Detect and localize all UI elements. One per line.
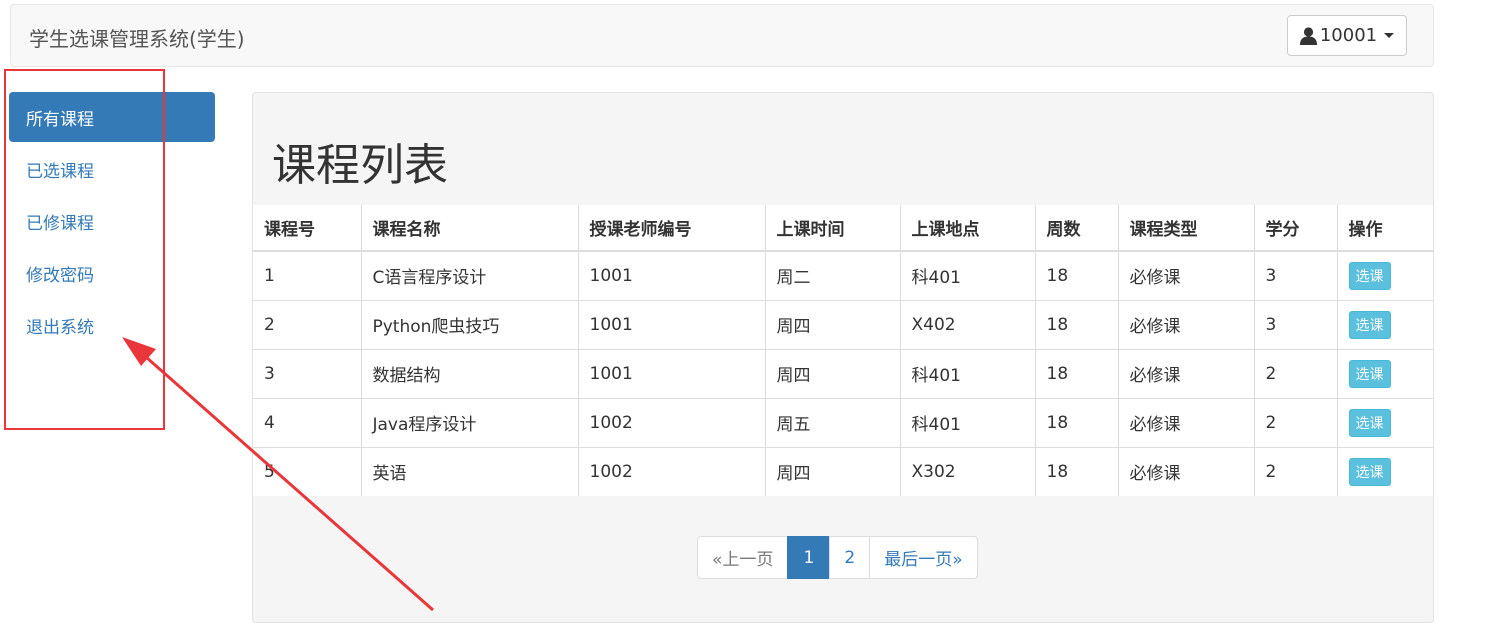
table-header-row: 课程号 课程名称 授课老师编号 上课时间 上课地点 周数 课程类型 学分 操作 <box>253 205 1433 252</box>
cell-weeks: 18 <box>1035 397 1119 447</box>
user-id: 10001 <box>1319 25 1378 46</box>
header-teacher-id: 授课老师编号 <box>578 205 766 252</box>
cell-teacher-id: 1002 <box>578 446 766 496</box>
pagination: «上一页 1 2 最后一页» <box>697 536 978 579</box>
cell-class-location: 科401 <box>900 397 1036 447</box>
table-row: 4 Java程序设计 1002 周五 科401 18 必修课 2 选课 <box>253 397 1433 447</box>
cell-course-name: C语言程序设计 <box>361 250 579 300</box>
course-panel: 课程列表 课程号 课程名称 授课老师编号 上课时间 上课地点 周数 课程类型 学… <box>252 92 1434 623</box>
cell-course-id: 1 <box>253 250 362 300</box>
table-row: 5 英语 1002 周四 X302 18 必修课 2 选课 <box>253 446 1433 496</box>
last-page-link[interactable]: 最后一页» <box>869 536 978 579</box>
cell-class-location: X302 <box>900 446 1036 496</box>
table-row: 2 Python爬虫技巧 1001 周四 X402 18 必修课 3 选课 <box>253 299 1433 349</box>
cell-weeks: 18 <box>1035 299 1119 349</box>
cell-teacher-id: 1001 <box>578 348 766 398</box>
header-course-type: 课程类型 <box>1118 205 1255 252</box>
sidebar-item-label: 所有课程 <box>26 109 94 130</box>
caret-down-icon <box>1384 33 1395 38</box>
cell-class-time: 周四 <box>765 446 901 496</box>
cell-course-type: 必修课 <box>1118 446 1255 496</box>
cell-course-id: 2 <box>253 299 362 349</box>
sidebar-item-label: 已修课程 <box>26 213 94 234</box>
sidebar-item-selected-courses[interactable]: 已选课程 <box>9 144 215 194</box>
header-course-id: 课程号 <box>253 205 362 252</box>
course-table: 课程号 课程名称 授课老师编号 上课时间 上课地点 周数 课程类型 学分 操作 … <box>253 205 1433 496</box>
select-course-button[interactable]: 选课 <box>1348 359 1391 388</box>
sidebar-item-label: 修改密码 <box>26 265 94 286</box>
navbar: 学生选课管理系统(学生) 10001 <box>10 4 1434 67</box>
sidebar-item-label: 退出系统 <box>26 317 94 338</box>
header-class-time: 上课时间 <box>765 205 901 252</box>
sidebar: 所有课程 已选课程 已修课程 修改密码 退出系统 <box>9 92 215 352</box>
header-course-name: 课程名称 <box>361 205 579 252</box>
cell-course-name: 数据结构 <box>361 348 579 398</box>
header-credits: 学分 <box>1254 205 1338 252</box>
cell-class-time: 周四 <box>765 299 901 349</box>
page-title: 课程列表 <box>272 140 448 191</box>
sidebar-item-label: 已选课程 <box>26 161 94 182</box>
cell-teacher-id: 1001 <box>578 299 766 349</box>
select-course-button[interactable]: 选课 <box>1348 408 1391 437</box>
cell-course-type: 必修课 <box>1118 299 1255 349</box>
cell-action: 选课 <box>1337 446 1433 496</box>
user-menu-button[interactable]: 10001 <box>1287 15 1407 56</box>
sidebar-item-all-courses[interactable]: 所有课程 <box>9 92 215 142</box>
cell-course-type: 必修课 <box>1118 397 1255 447</box>
cell-credits: 2 <box>1254 446 1338 496</box>
header-action: 操作 <box>1337 205 1433 252</box>
sidebar-item-logout[interactable]: 退出系统 <box>9 300 215 350</box>
cell-weeks: 18 <box>1035 446 1119 496</box>
cell-credits: 2 <box>1254 397 1338 447</box>
page-link-2[interactable]: 2 <box>829 536 871 579</box>
cell-teacher-id: 1001 <box>578 250 766 300</box>
app-brand[interactable]: 学生选课管理系统(学生) <box>29 23 245 52</box>
cell-class-location: 科401 <box>900 348 1036 398</box>
cell-class-location: X402 <box>900 299 1036 349</box>
cell-action: 选课 <box>1337 348 1433 398</box>
cell-credits: 3 <box>1254 250 1338 300</box>
cell-course-name: 英语 <box>361 446 579 496</box>
cell-class-time: 周四 <box>765 348 901 398</box>
cell-action: 选课 <box>1337 250 1433 300</box>
select-course-button[interactable]: 选课 <box>1348 261 1391 290</box>
cell-class-time: 周二 <box>765 250 901 300</box>
cell-weeks: 18 <box>1035 348 1119 398</box>
page-link-1[interactable]: 1 <box>787 536 831 579</box>
header-weeks: 周数 <box>1035 205 1119 252</box>
table-row: 1 C语言程序设计 1001 周二 科401 18 必修课 3 选课 <box>253 250 1433 300</box>
cell-class-time: 周五 <box>765 397 901 447</box>
cell-course-name: Python爬虫技巧 <box>361 299 579 349</box>
cell-course-id: 5 <box>253 446 362 496</box>
cell-course-id: 4 <box>253 397 362 447</box>
cell-action: 选课 <box>1337 299 1433 349</box>
table-row: 3 数据结构 1001 周四 科401 18 必修课 2 选课 <box>253 348 1433 398</box>
cell-class-location: 科401 <box>900 250 1036 300</box>
header-class-location: 上课地点 <box>900 205 1036 252</box>
select-course-button[interactable]: 选课 <box>1348 310 1391 339</box>
cell-course-type: 必修课 <box>1118 348 1255 398</box>
select-course-button[interactable]: 选课 <box>1348 457 1391 486</box>
cell-credits: 2 <box>1254 348 1338 398</box>
cell-course-name: Java程序设计 <box>361 397 579 447</box>
sidebar-item-change-password[interactable]: 修改密码 <box>9 248 215 298</box>
sidebar-item-completed-courses[interactable]: 已修课程 <box>9 196 215 246</box>
cell-course-type: 必修课 <box>1118 250 1255 300</box>
cell-teacher-id: 1002 <box>578 397 766 447</box>
user-icon <box>1299 26 1317 45</box>
cell-action: 选课 <box>1337 397 1433 447</box>
cell-course-id: 3 <box>253 348 362 398</box>
prev-page-link[interactable]: «上一页 <box>697 536 789 579</box>
cell-weeks: 18 <box>1035 250 1119 300</box>
cell-credits: 3 <box>1254 299 1338 349</box>
